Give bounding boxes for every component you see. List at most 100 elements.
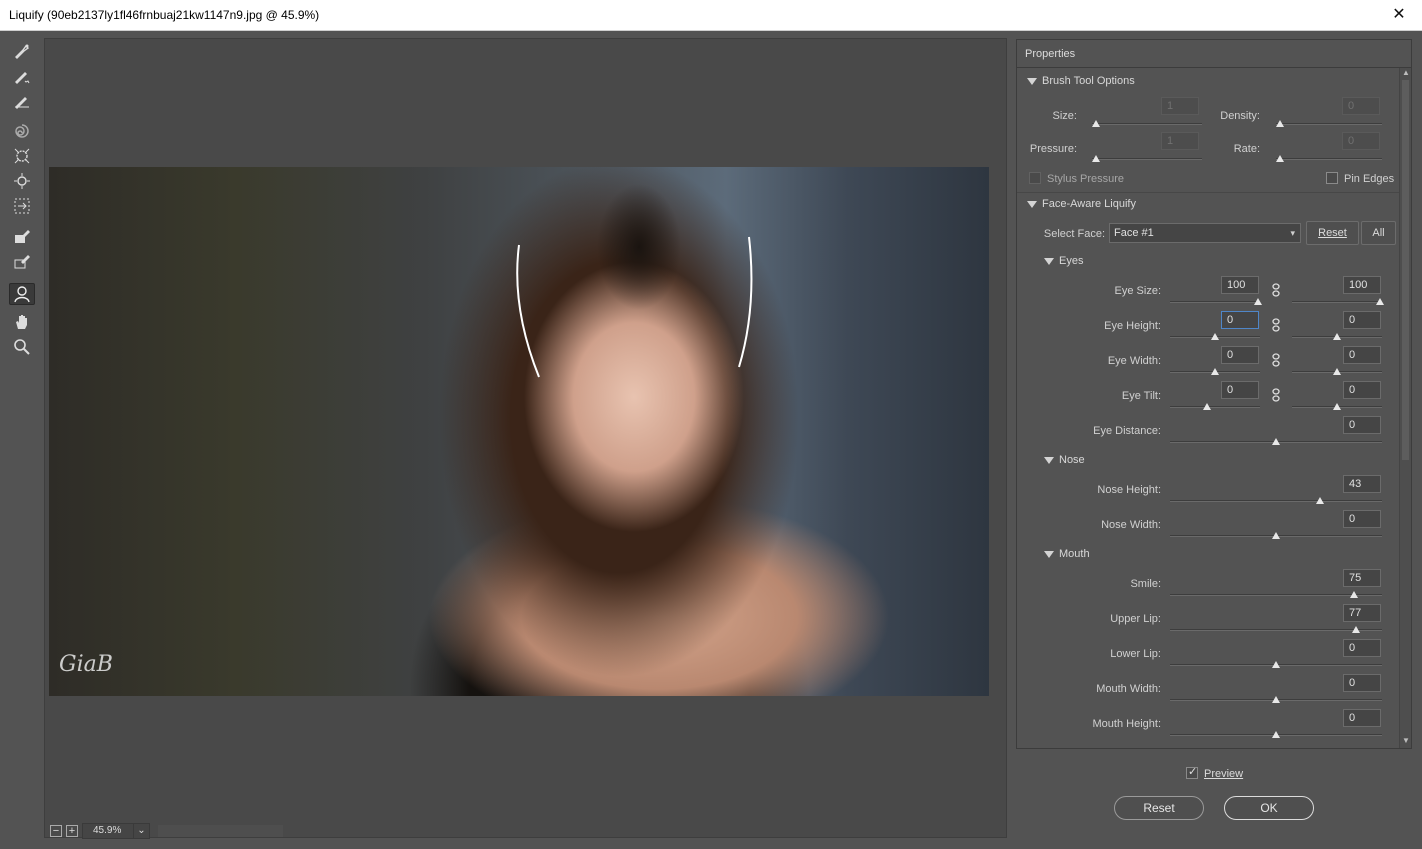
eye-tilt-left-slider[interactable] [1170, 402, 1260, 412]
window-title: Liquify (90eb2137ly1fl46frnbuaj21kw1147n… [9, 8, 320, 22]
zoom-controls: − + 45.9% ⌄ [50, 823, 283, 839]
nose-header[interactable]: Nose [1044, 454, 1085, 466]
section-title: Eyes [1059, 255, 1084, 267]
link-icon[interactable] [1271, 388, 1281, 402]
eye-distance-field[interactable]: 0 [1343, 416, 1381, 434]
eye-size-left-slider[interactable] [1170, 297, 1262, 307]
face-tool-icon[interactable] [9, 283, 35, 305]
portrait-photo[interactable]: GiaB [49, 167, 989, 696]
hand-tool-icon[interactable] [9, 311, 35, 333]
smooth-tool-icon[interactable] [9, 90, 35, 112]
link-icon[interactable] [1271, 318, 1281, 332]
eyes-header[interactable]: Eyes [1044, 255, 1083, 267]
nose-width-field[interactable]: 0 [1343, 510, 1381, 528]
eye-height-left-slider[interactable] [1170, 332, 1260, 342]
brush-tool-options-header[interactable]: Brush Tool Options [1027, 75, 1135, 87]
link-icon[interactable] [1271, 353, 1281, 367]
select-face-label: Select Face: [1043, 228, 1105, 240]
chevron-down-icon: ▾ [1290, 228, 1295, 238]
eye-width-left-slider[interactable] [1170, 367, 1260, 377]
mouth-width-slider[interactable] [1170, 695, 1382, 705]
nose-height-slider[interactable] [1170, 496, 1382, 506]
eye-tilt-label: Eye Tilt: [1121, 390, 1161, 402]
eye-tilt-right-slider[interactable] [1292, 402, 1382, 412]
mouth-width-field[interactable]: 0 [1343, 674, 1381, 692]
zoom-tool-icon[interactable] [9, 336, 35, 358]
properties-scrollbar[interactable]: ▲ ▼ [1399, 68, 1411, 748]
zoom-out-button[interactable]: − [50, 825, 62, 837]
zoom-level-field[interactable]: 45.9% ⌄ [82, 823, 150, 839]
mouth-width-label: Mouth Width: [1096, 683, 1161, 695]
mouth-height-slider[interactable] [1170, 730, 1382, 740]
eye-size-label: Eye Size: [1114, 285, 1161, 297]
pressure-slider[interactable] [1092, 154, 1202, 164]
eye-size-left-field[interactable]: 100 [1221, 276, 1259, 294]
forward-warp-tool-icon[interactable] [9, 40, 35, 62]
upper-lip-slider[interactable] [1170, 625, 1382, 635]
face-all-button[interactable]: All [1361, 221, 1396, 245]
collapse-triangle-icon [1044, 456, 1054, 464]
preview-canvas[interactable]: GiaB [44, 38, 1007, 838]
eye-distance-slider[interactable] [1170, 437, 1382, 447]
close-window-button[interactable]: ✕ [1376, 0, 1422, 31]
rate-slider[interactable] [1276, 154, 1382, 164]
properties-header: Properties [1017, 40, 1411, 68]
preview-checkbox[interactable] [1186, 765, 1198, 779]
bloat-tool-icon[interactable] [9, 170, 35, 192]
eye-height-left-field[interactable]: 0 [1221, 311, 1259, 329]
pin-edges-checkbox[interactable] [1326, 172, 1338, 184]
window-titlebar: Liquify (90eb2137ly1fl46frnbuaj21kw1147n… [0, 0, 1422, 31]
reconstruct-tool-icon[interactable] [9, 65, 35, 87]
collapse-triangle-icon [1044, 257, 1054, 265]
scroll-up-icon[interactable]: ▲ [1401, 68, 1411, 77]
photographer-signature: GiaB [59, 652, 113, 677]
density-field[interactable]: 0 [1342, 97, 1380, 115]
scroll-thumb[interactable] [1402, 80, 1409, 460]
nose-height-field[interactable]: 43 [1343, 475, 1381, 493]
ok-button[interactable]: OK [1224, 796, 1314, 820]
mouth-header[interactable]: Mouth [1044, 548, 1090, 560]
push-left-tool-icon[interactable] [9, 195, 35, 217]
face-outline-guides[interactable] [49, 167, 989, 696]
density-label: Density: [1220, 110, 1260, 122]
pin-edges-label: Pin Edges [1344, 173, 1395, 185]
smile-label: Smile: [1130, 578, 1161, 590]
density-slider[interactable] [1276, 119, 1382, 129]
eye-width-left-field[interactable]: 0 [1221, 346, 1259, 364]
face-aware-liquify-header[interactable]: Face-Aware Liquify [1027, 198, 1136, 210]
reset-button[interactable]: Reset [1114, 796, 1204, 820]
upper-lip-label: Upper Lip: [1110, 613, 1161, 625]
eye-width-right-slider[interactable] [1292, 367, 1382, 377]
link-icon[interactable] [1271, 283, 1281, 297]
select-face-dropdown[interactable]: Face #1 ▾ [1109, 223, 1301, 243]
stylus-pressure-checkbox[interactable] [1029, 172, 1041, 184]
eye-tilt-right-field[interactable]: 0 [1343, 381, 1381, 399]
nose-width-slider[interactable] [1170, 531, 1382, 541]
eye-size-right-field[interactable]: 100 [1343, 276, 1381, 294]
preview-label: Preview [1204, 768, 1244, 780]
eye-height-right-field[interactable]: 0 [1343, 311, 1381, 329]
thaw-mask-tool-icon[interactable] [9, 250, 35, 272]
smile-field[interactable]: 75 [1343, 569, 1381, 587]
rate-field[interactable]: 0 [1342, 132, 1380, 150]
smile-slider[interactable] [1170, 590, 1382, 600]
lower-lip-slider[interactable] [1170, 660, 1382, 670]
twirl-tool-icon[interactable] [9, 120, 35, 142]
eye-size-right-slider[interactable] [1292, 297, 1384, 307]
freeze-mask-tool-icon[interactable] [9, 225, 35, 247]
upper-lip-field[interactable]: 77 [1343, 604, 1381, 622]
eye-width-right-field[interactable]: 0 [1343, 346, 1381, 364]
pucker-tool-icon[interactable] [9, 145, 35, 167]
eye-tilt-left-field[interactable]: 0 [1221, 381, 1259, 399]
zoom-level-value: 45.9% [93, 825, 122, 836]
mouth-height-field[interactable]: 0 [1343, 709, 1381, 727]
collapse-triangle-icon [1027, 77, 1037, 85]
eye-height-right-slider[interactable] [1292, 332, 1382, 342]
lower-lip-field[interactable]: 0 [1343, 639, 1381, 657]
horizontal-scrollbar[interactable] [158, 825, 283, 837]
zoom-in-button[interactable]: + [66, 825, 78, 837]
face-reset-button[interactable]: Reset [1306, 221, 1359, 245]
chevron-down-icon[interactable]: ⌄ [133, 824, 149, 838]
section-title: Nose [1059, 454, 1085, 466]
scroll-down-icon[interactable]: ▼ [1401, 736, 1411, 745]
